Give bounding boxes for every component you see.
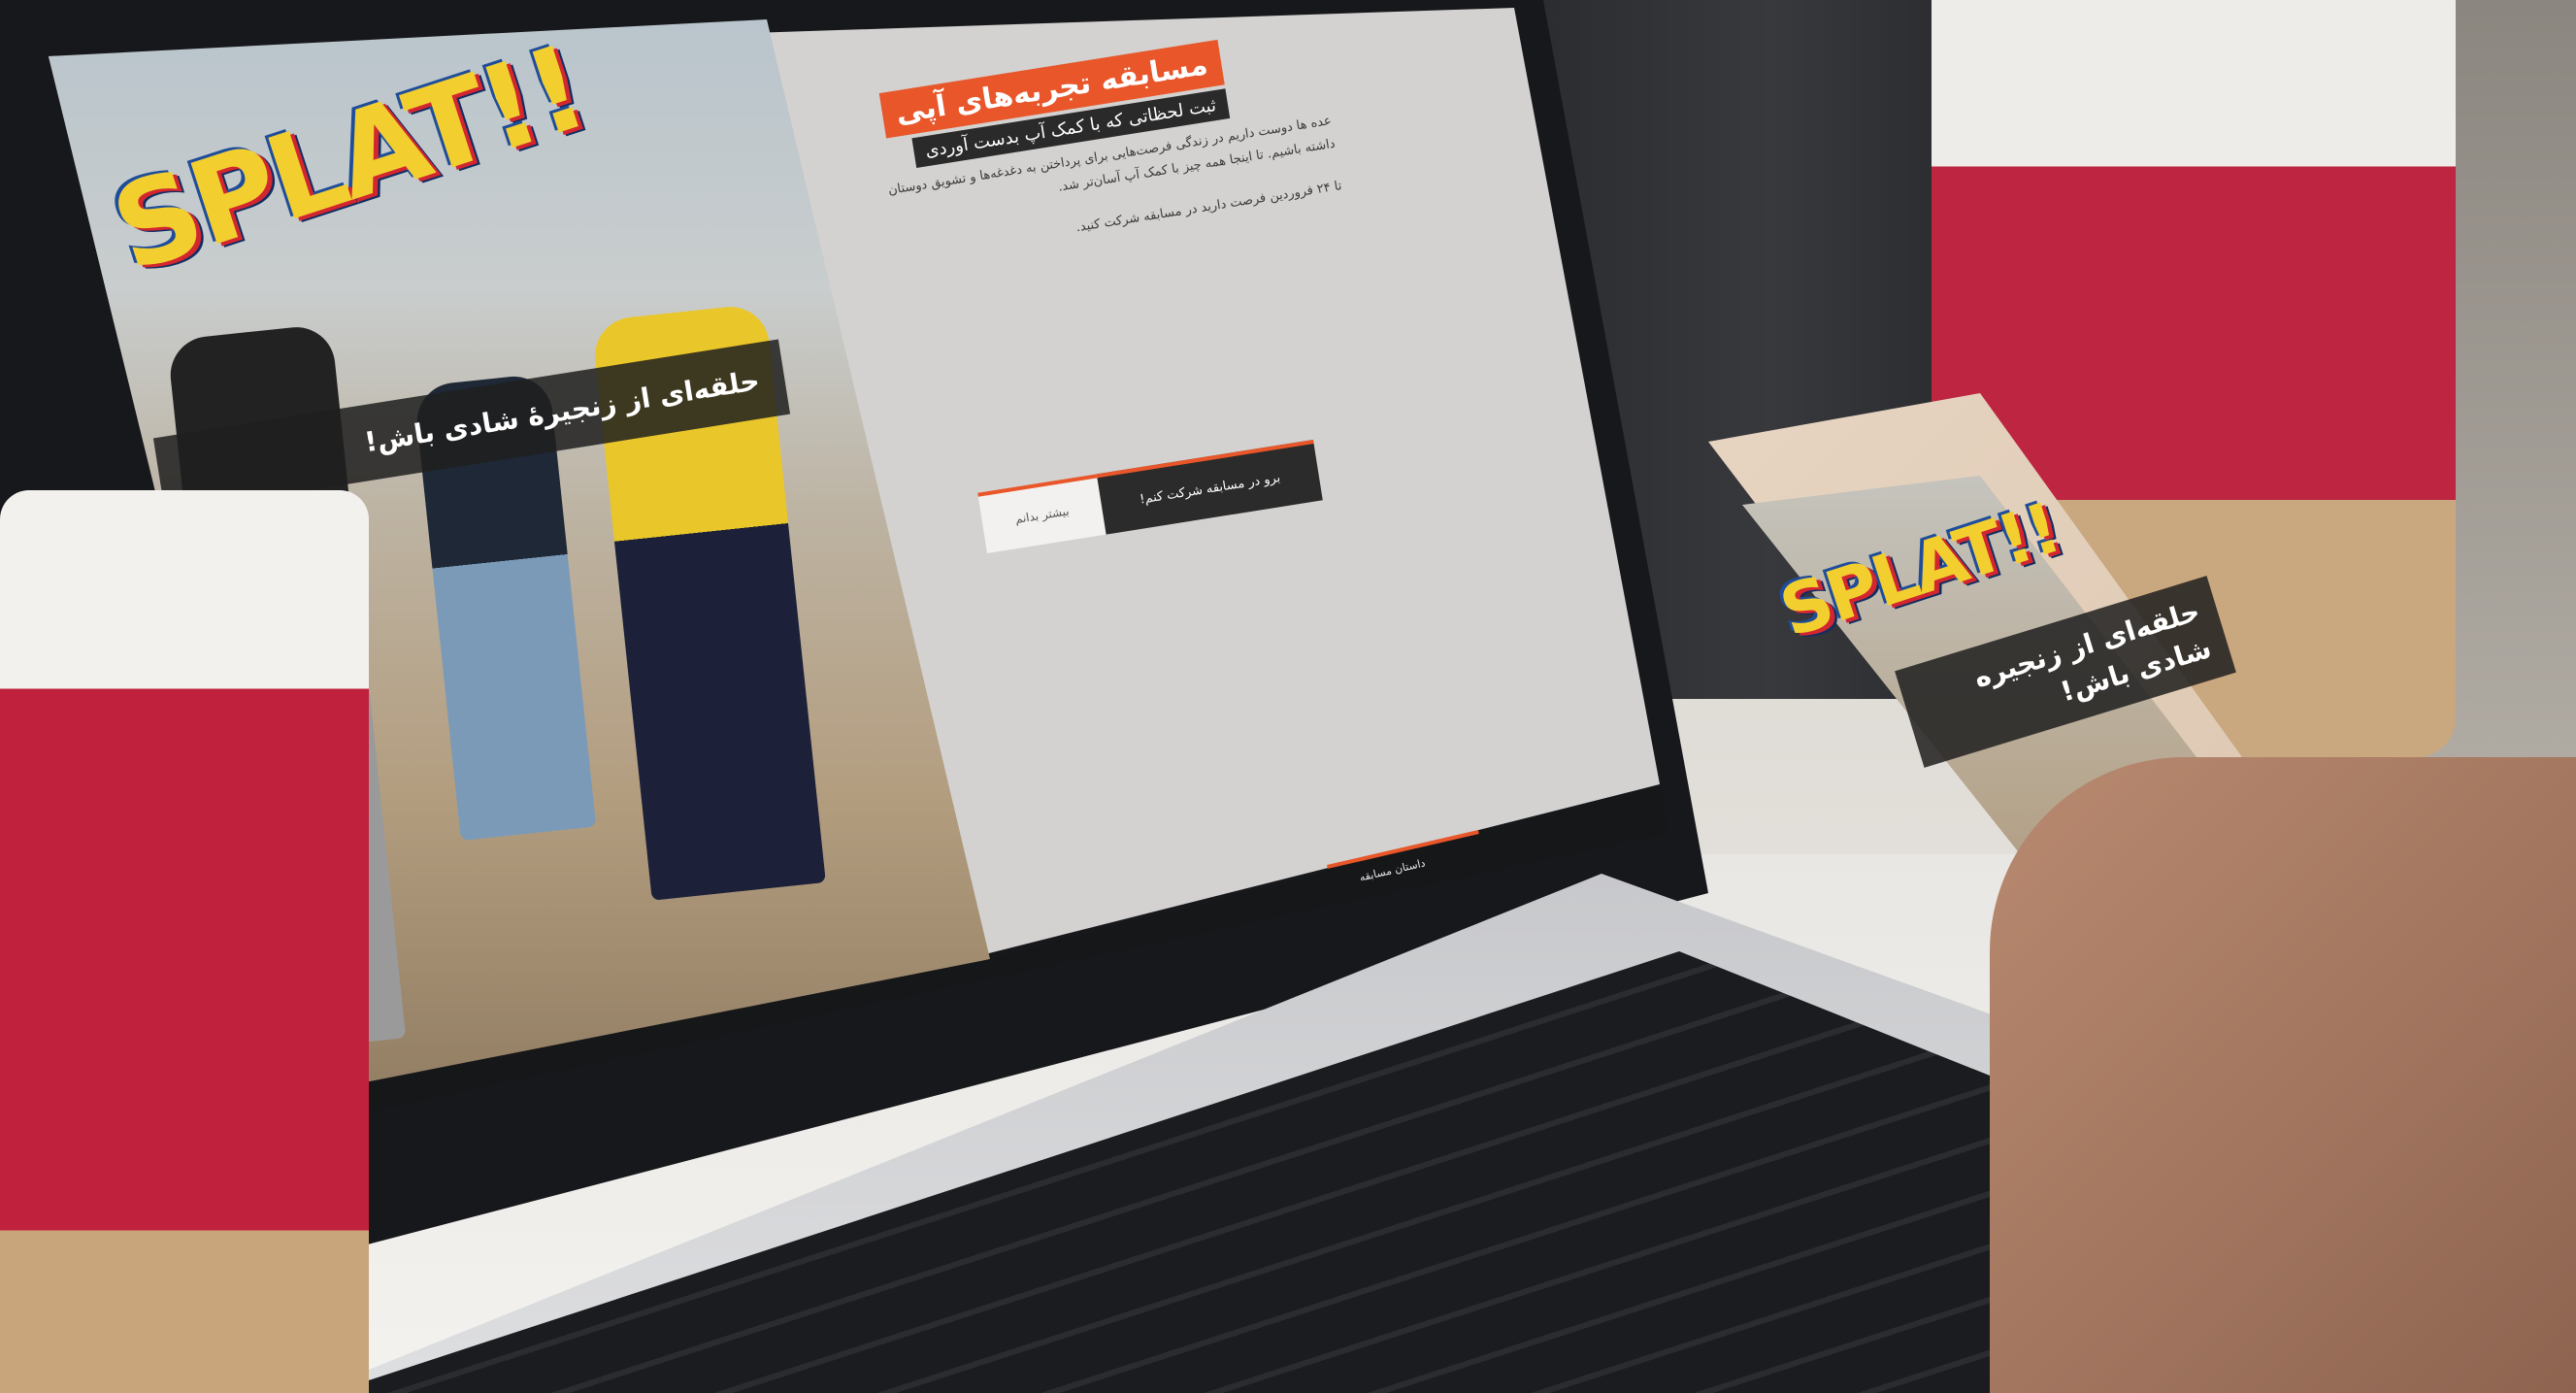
hand <box>1990 757 2576 1393</box>
photo-scene: SPLAT!! حلقه‌ای از زنجیرهٔ شادی باش! مسا… <box>0 0 2576 1393</box>
coffee-cup <box>0 490 369 1393</box>
